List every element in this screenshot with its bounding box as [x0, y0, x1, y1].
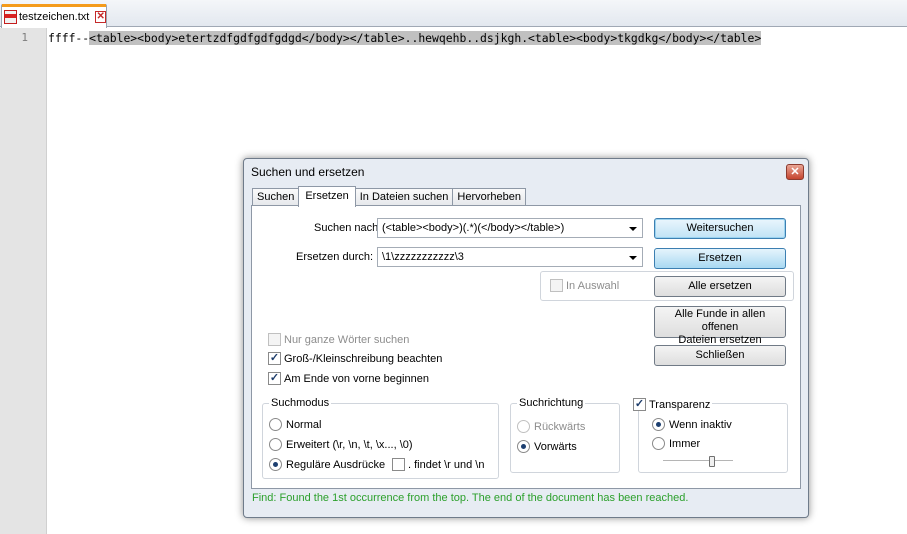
direction-up-label: Rückwärts	[534, 420, 586, 433]
dialog-tabs: Suchen Ersetzen In Dateien suchen Hervor…	[252, 186, 526, 207]
replace-label: Ersetzen durch:	[296, 251, 374, 263]
search-mode-extended-label: Erweitert (\r, \n, \t, \x..., \0)	[286, 438, 413, 451]
search-mode-regex[interactable]: Reguläre Ausdrücke	[269, 458, 385, 471]
find-input-value: (<table><body>)(.*)(</body></table>)	[382, 222, 565, 234]
search-mode-regex-radio[interactable]	[269, 458, 282, 471]
wrap-around-label: Am Ende von vorne beginnen	[284, 372, 429, 385]
replace-all-open-docs-button[interactable]: Alle Funde in allen offenen Dateien erse…	[654, 306, 786, 346]
document-tab-label: testzeichen.txt	[19, 10, 90, 23]
document-tab-bar: testzeichen.txt ✕	[0, 0, 907, 28]
replace-panel: Suchen nach: (<table><body>)(.*)(</body>…	[251, 205, 801, 489]
dot-matches-newline-label: . findet \r und \n	[408, 458, 485, 471]
dot-matches-newline-option[interactable]: . findet \r und \n	[392, 458, 484, 471]
transparency-when-inactive-label: Wenn inaktiv	[669, 418, 732, 431]
transparency-option[interactable]: ✓ Transparenz	[631, 398, 713, 411]
close-button[interactable]: Schließen	[654, 345, 786, 366]
direction-down[interactable]: Vorwärts	[517, 440, 577, 453]
match-case-checkbox[interactable]: ✓	[268, 352, 281, 365]
replace-input-value: \1\zzzzzzzzzzz\3	[382, 251, 464, 263]
search-mode-normal[interactable]: Normal	[269, 418, 321, 431]
find-label: Suchen nach:	[314, 222, 382, 234]
match-case-option[interactable]: ✓ Groß-/Kleinschreibung beachten	[268, 352, 442, 365]
replace-input[interactable]: \1\zzzzzzzzzzz\3	[377, 247, 643, 267]
transparency-when-inactive-radio[interactable]	[652, 418, 665, 431]
status-message: Find: Found the 1st occurrence from the …	[252, 492, 689, 504]
transparency-always-radio[interactable]	[652, 437, 665, 450]
whole-word-option[interactable]: Nur ganze Wörter suchen	[268, 333, 409, 346]
close-tab-icon[interactable]: ✕	[95, 10, 106, 23]
in-selection-checkbox[interactable]	[550, 279, 563, 292]
wrap-around-option[interactable]: ✓ Am Ende von vorne beginnen	[268, 372, 429, 385]
transparency-slider-track[interactable]	[663, 460, 733, 462]
dialog-close-button[interactable]: ✕	[786, 164, 804, 180]
direction-down-radio[interactable]	[517, 440, 530, 453]
transparency-always[interactable]: Immer	[652, 437, 700, 450]
transparency-always-label: Immer	[669, 437, 701, 450]
transparency-checkbox[interactable]: ✓	[633, 398, 646, 411]
whole-word-checkbox[interactable]	[268, 333, 281, 346]
replace-all-button[interactable]: Alle ersetzen	[654, 276, 786, 297]
match-case-label: Groß-/Kleinschreibung beachten	[284, 352, 443, 365]
search-mode-regex-label: Reguläre Ausdrücke	[286, 458, 386, 471]
replace-all-open-docs-line1: Alle Funde in allen offenen	[674, 308, 766, 333]
transparency-slider-thumb[interactable]	[709, 456, 715, 467]
code-text-prefix: ffff--	[48, 31, 90, 45]
wrap-around-checkbox[interactable]: ✓	[268, 372, 281, 385]
transparency-label: Transparenz	[649, 398, 711, 411]
direction-down-label: Vorwärts	[534, 440, 577, 453]
direction-up[interactable]: Rückwärts	[517, 420, 585, 433]
search-mode-extended-radio[interactable]	[269, 438, 282, 451]
in-selection-option[interactable]: In Auswahl	[550, 279, 619, 292]
line-number-gutter: 1	[0, 28, 47, 534]
text-file-icon	[4, 9, 17, 24]
chevron-down-icon[interactable]	[629, 227, 637, 231]
direction-group: Suchrichtung	[510, 397, 620, 473]
search-mode-normal-radio[interactable]	[269, 418, 282, 431]
tab-replace[interactable]: Ersetzen	[298, 186, 356, 207]
find-input[interactable]: (<table><body>)(.*)(</body></table>)	[377, 218, 643, 238]
direction-up-radio[interactable]	[517, 420, 530, 433]
in-selection-label: In Auswahl	[566, 279, 620, 292]
dot-matches-newline-checkbox[interactable]	[392, 458, 405, 471]
find-next-button[interactable]: Weitersuchen	[654, 218, 786, 239]
search-mode-normal-label: Normal	[286, 418, 322, 431]
line-number: 1	[21, 31, 28, 44]
document-tab[interactable]: testzeichen.txt ✕	[1, 4, 107, 28]
dialog-title: Suchen und ersetzen	[251, 165, 365, 179]
chevron-down-icon[interactable]	[629, 256, 637, 260]
direction-title: Suchrichtung	[517, 397, 586, 409]
search-mode-extended[interactable]: Erweitert (\r, \n, \t, \x..., \0)	[269, 438, 413, 451]
transparency-when-inactive[interactable]: Wenn inaktiv	[652, 418, 732, 431]
search-mode-title: Suchmodus	[269, 397, 332, 409]
replace-button[interactable]: Ersetzen	[654, 248, 786, 269]
whole-word-label: Nur ganze Wörter suchen	[284, 333, 410, 346]
find-replace-dialog: Suchen und ersetzen ✕ Suchen Ersetzen In…	[243, 158, 809, 518]
code-text-selection: <table><body>etertzdfgdfgdfgdgd</body></…	[89, 31, 762, 45]
code-line[interactable]: ffff--<table><body>etertzdfgdfgdfgdgd</b…	[48, 30, 762, 46]
